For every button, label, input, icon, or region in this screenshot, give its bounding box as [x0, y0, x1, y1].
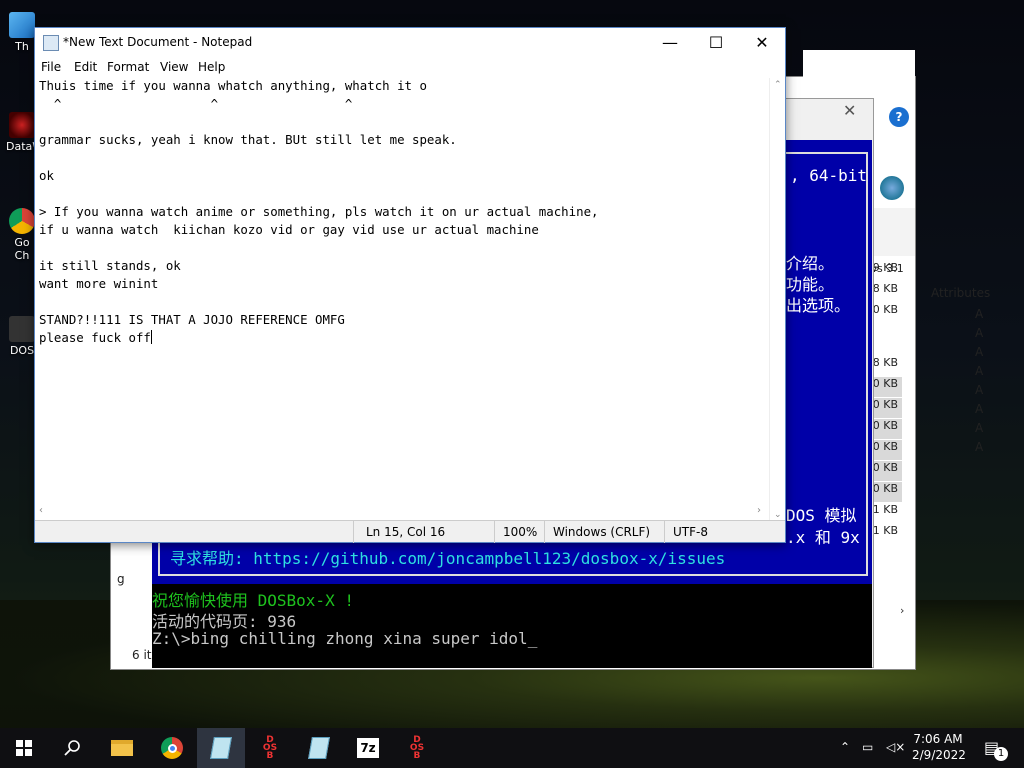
horizontal-scrollbar[interactable]: ‹ ›: [35, 504, 769, 520]
network-icon[interactable]: ▭: [862, 740, 873, 768]
text-caret: [150, 330, 152, 344]
notepad-titlebar[interactable]: *New Text Document - Notepad — ☐ ✕: [35, 28, 785, 58]
dos-prompt[interactable]: Z:\>bing chilling zhong xina super idol_: [152, 629, 537, 648]
action-center-button[interactable]: ▤ 1: [984, 738, 1008, 768]
scroll-right-icon[interactable]: ›: [900, 604, 904, 617]
status-bar: Ln 15, Col 16 100% Windows (CRLF) UTF-8: [35, 520, 785, 543]
folder-icon: [111, 740, 133, 756]
scroll-left-icon[interactable]: ‹: [39, 505, 43, 516]
chrome-icon: [161, 737, 183, 759]
menu-view[interactable]: View: [160, 60, 188, 74]
cursor-position: Ln 15, Col 16: [366, 525, 446, 539]
show-hidden-icons[interactable]: ⌃: [840, 740, 850, 768]
notification-badge: 1: [994, 747, 1008, 761]
7zip-icon: 7z: [357, 738, 379, 758]
scroll-down-icon[interactable]: ⌄: [774, 510, 782, 520]
clock-date: 2/9/2022: [912, 748, 966, 762]
close-icon[interactable]: ✕: [843, 101, 856, 120]
taskbar-notepad[interactable]: [197, 728, 245, 768]
dosbox-icon: D OS B: [409, 735, 425, 761]
windows-icon: [16, 740, 32, 756]
maximize-button[interactable]: ☐: [693, 28, 739, 58]
help-link: 寻求帮助: https://github.com/joncampbell123/…: [170, 549, 726, 568]
scroll-up-icon[interactable]: ⌃: [774, 80, 782, 90]
text-editor[interactable]: Thuis time if you wanna whatch anything,…: [35, 78, 769, 529]
notepad-icon: [43, 35, 59, 51]
clock-time: 7:06 AM: [913, 732, 963, 746]
attributes-column-header[interactable]: Attributes: [931, 286, 990, 300]
menu-help[interactable]: Help: [198, 60, 225, 74]
zoom-level: 100%: [503, 525, 538, 539]
taskbar-7zip[interactable]: 7z: [344, 728, 392, 768]
line-ending: Windows (CRLF): [553, 525, 651, 539]
clock[interactable]: 7:06 AM 2/9/2022: [912, 732, 966, 768]
volume-muted-icon[interactable]: ◁×: [886, 740, 905, 768]
chrome-icon: [9, 208, 35, 234]
taskbar-dosbox[interactable]: D OS B: [246, 728, 294, 768]
search-button[interactable]: [48, 728, 96, 768]
window-title: *New Text Document - Notepad: [63, 35, 253, 49]
vertical-scrollbar[interactable]: ⌃ ⌄: [769, 78, 785, 529]
taskbar-notepad-2[interactable]: [295, 728, 343, 768]
taskbar-dosbox-2[interactable]: D OS B: [393, 728, 441, 768]
menu-file[interactable]: File: [41, 60, 61, 74]
menu-format[interactable]: Format: [107, 60, 149, 74]
menu-edit[interactable]: Edit: [74, 60, 97, 74]
taskbar-chrome[interactable]: [148, 728, 196, 768]
search-icon: [64, 740, 80, 756]
menu-bar: File Edit Format View Help: [35, 58, 785, 78]
notepad-icon: [308, 737, 330, 759]
scroll-right-icon[interactable]: ›: [757, 505, 761, 516]
encoding: UTF-8: [673, 525, 708, 539]
close-button[interactable]: ✕: [739, 28, 785, 58]
taskbar-file-explorer[interactable]: [98, 728, 146, 768]
help-icon[interactable]: ?: [889, 107, 909, 127]
notepad-icon: [210, 737, 232, 759]
cursor: _: [527, 629, 538, 648]
notepad-window: *New Text Document - Notepad — ☐ ✕ File …: [34, 27, 786, 543]
this-pc-icon: [9, 12, 35, 38]
dosbox-icon: [9, 316, 35, 342]
dosbox-icon: D OS B: [262, 735, 278, 761]
minimize-button[interactable]: —: [647, 28, 693, 58]
shell-icon: [880, 176, 904, 200]
start-button[interactable]: [0, 728, 48, 768]
taskbar: D OS B 7z D OS B ⌃ ▭ ◁× 7:06 AM 2/9/2022 ▤ 1: [0, 728, 1024, 768]
dataw-icon: [9, 112, 35, 138]
